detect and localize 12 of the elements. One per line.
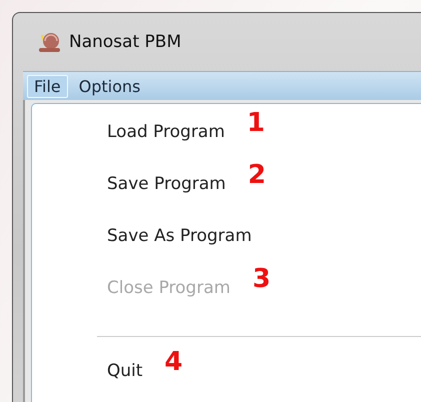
annotation-number: 4 xyxy=(164,349,183,375)
menu-entry[interactable]: Load Program xyxy=(107,122,225,142)
app-icon xyxy=(37,31,61,53)
menu-item[interactable]: File xyxy=(27,74,68,98)
annotation-number: 3 xyxy=(252,266,271,292)
menu-entry[interactable]: Save As Program xyxy=(107,226,252,246)
annotation-number: 2 xyxy=(248,162,266,188)
menu-entry[interactable]: Save Program xyxy=(107,174,226,194)
annotation-number: 1 xyxy=(246,110,266,136)
menu-item[interactable]: Options xyxy=(72,74,148,98)
menu-entry[interactable]: Quit xyxy=(107,361,143,381)
window-title: Nanosat PBM xyxy=(69,32,182,52)
